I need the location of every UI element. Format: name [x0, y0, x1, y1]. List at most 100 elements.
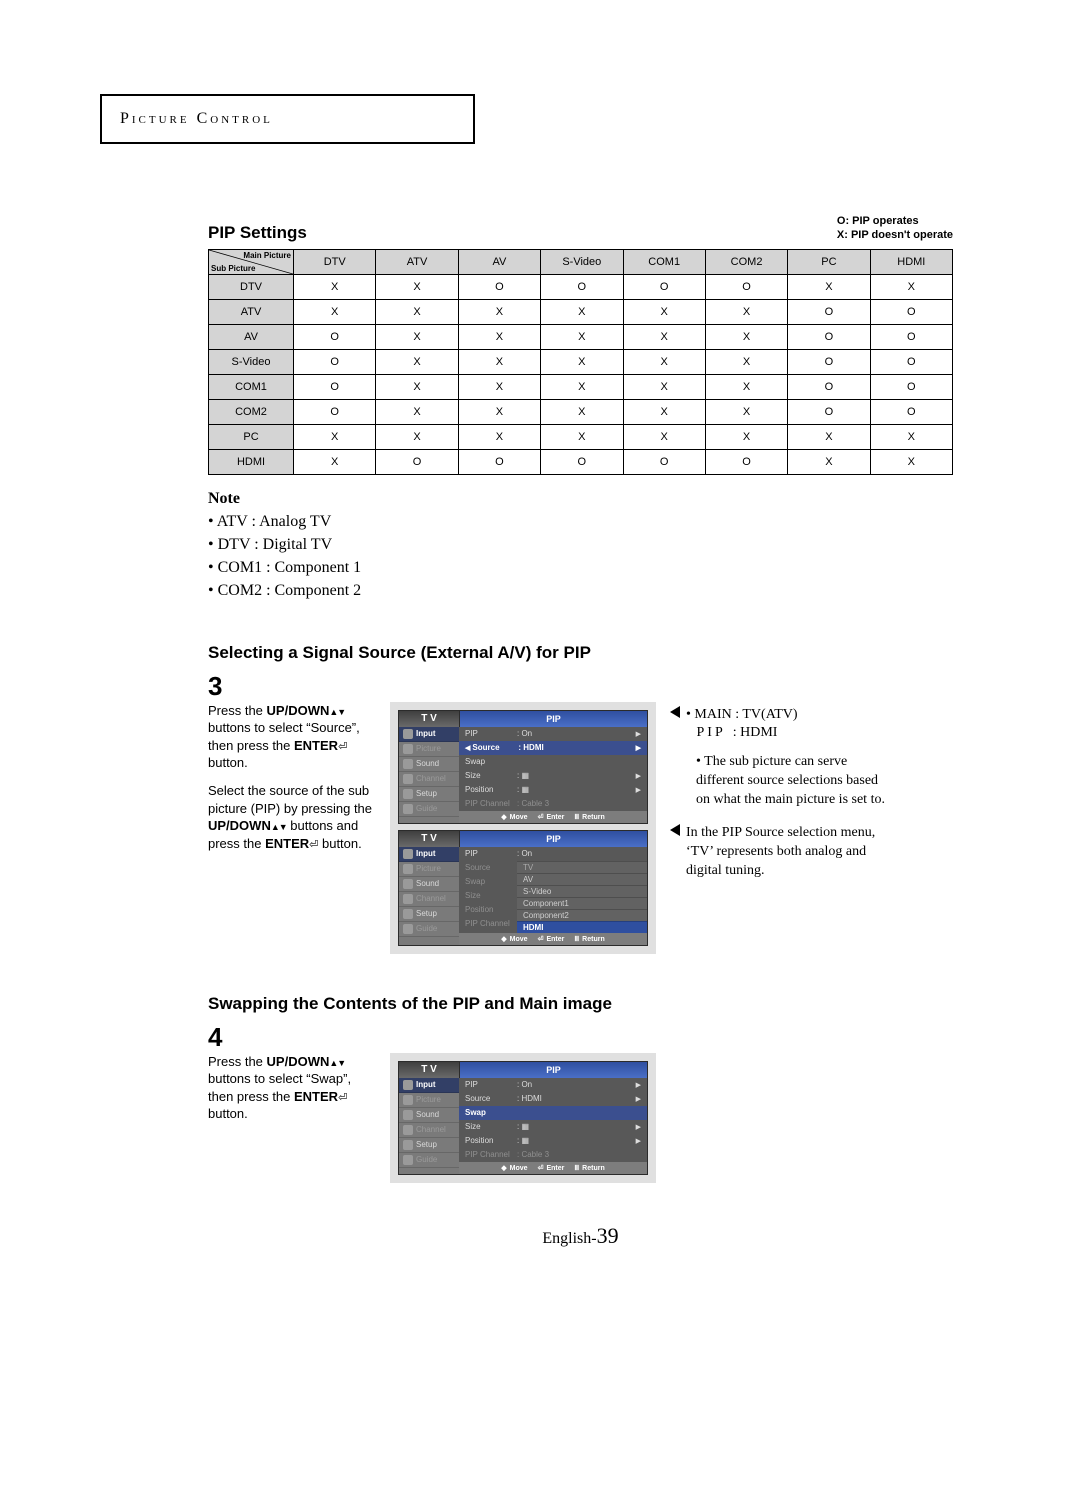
- dropdown-opt: Component2: [517, 909, 647, 921]
- section4-heading: Swapping the Contents of the PIP and Mai…: [208, 994, 953, 1014]
- move-icon: ◆: [501, 813, 506, 821]
- manual-page: Picture Control PIP Settings O: PIP oper…: [0, 0, 1080, 1503]
- table-cell: O: [788, 374, 870, 399]
- setup-icon: [403, 789, 413, 799]
- t: PIP: [697, 725, 726, 740]
- osd-side-picture: Picture: [399, 742, 459, 757]
- t: : HDMI: [517, 1094, 636, 1103]
- t: Return: [582, 814, 605, 821]
- row-head: AV: [209, 324, 294, 349]
- t: Input: [416, 849, 436, 858]
- col-head: ATV: [376, 249, 458, 274]
- table-row: ATVXXXXXXOO: [209, 299, 953, 324]
- osd-footer: ◆Move ⏎Enter ⅢReturn: [459, 933, 647, 945]
- pip-heading-row: PIP Settings O: PIP operates X: PIP does…: [208, 214, 953, 243]
- channel-icon: [403, 774, 413, 784]
- table-cell: X: [458, 349, 540, 374]
- osd-title: PIP: [460, 711, 647, 727]
- t: : On: [517, 729, 636, 738]
- t: Position: [465, 785, 517, 794]
- table-cell: X: [458, 299, 540, 324]
- sound-icon: [403, 879, 413, 889]
- table-cell: X: [376, 399, 458, 424]
- table-cell: X: [376, 274, 458, 299]
- t: button.: [208, 1106, 248, 1121]
- guide-icon: [403, 1155, 413, 1165]
- table-cell: X: [705, 299, 787, 324]
- chapter-title: Picture Control: [120, 110, 273, 127]
- table-cell: X: [458, 374, 540, 399]
- size-icon: [521, 771, 529, 780]
- table-row: AVOXXXXXOO: [209, 324, 953, 349]
- corner-cell: Main Picture Sub Picture: [209, 249, 294, 274]
- t: Size: [465, 771, 517, 780]
- table-cell: X: [458, 424, 540, 449]
- osd-main: PIP: On Source Swap Size Position PIP Ch…: [459, 847, 647, 945]
- t: Sound: [416, 759, 439, 768]
- table-cell: X: [294, 274, 376, 299]
- row-head: DTV: [209, 274, 294, 299]
- osd-side-sound: Sound: [399, 757, 459, 772]
- osd-tv-label: T V: [399, 1062, 460, 1078]
- table-cell: X: [541, 424, 623, 449]
- table-cell: X: [541, 374, 623, 399]
- content-area: PIP Settings O: PIP operates X: PIP does…: [208, 214, 953, 1249]
- channel-icon: [403, 894, 413, 904]
- table-cell: X: [541, 349, 623, 374]
- input-icon: [403, 849, 413, 859]
- t: : HDMI: [733, 725, 778, 740]
- table-row: S-VideoOXXXXXOO: [209, 349, 953, 374]
- table-cell: O: [541, 274, 623, 299]
- source-dropdown: TV AV S-Video Component1 Component2 HDMI: [517, 861, 647, 933]
- table-cell: O: [294, 324, 376, 349]
- step3-text: Press the UP/DOWN buttons to select “Sou…: [208, 702, 376, 853]
- t: PIP Channel: [465, 919, 517, 928]
- t: In the PIP Source selection menu, ‘TV’ r…: [686, 824, 885, 881]
- table-cell: O: [788, 349, 870, 374]
- table-cell: O: [294, 374, 376, 399]
- t: Setup: [416, 1140, 437, 1149]
- side-notes: • MAIN : TV(ATV) PIP : HDMI • The sub pi…: [670, 702, 885, 895]
- return-icon: Ⅲ: [574, 813, 579, 821]
- move-icon: ◆: [501, 935, 506, 943]
- table-cell: X: [870, 449, 952, 474]
- section3-heading: Selecting a Signal Source (External A/V)…: [208, 643, 953, 663]
- table-row: COM1OXXXXXOO: [209, 374, 953, 399]
- enter-label: ENTER: [294, 1089, 338, 1104]
- table-cell: O: [376, 449, 458, 474]
- table-cell: X: [458, 399, 540, 424]
- table-cell: X: [376, 374, 458, 399]
- caret-right-icon: ▶: [636, 1123, 641, 1131]
- table-cell: X: [705, 324, 787, 349]
- side-note-1: • MAIN : TV(ATV) PIP : HDMI • The sub pi…: [670, 706, 885, 810]
- row-head: COM1: [209, 374, 294, 399]
- table-cell: X: [541, 299, 623, 324]
- osd-side-channel: Channel: [399, 892, 459, 907]
- table-cell: X: [788, 449, 870, 474]
- table-cell: X: [294, 424, 376, 449]
- table-cell: O: [705, 449, 787, 474]
- osd-tv-label: T V: [399, 711, 460, 727]
- osd-sidebar: Input Picture Sound Channel Setup Guide: [399, 727, 459, 823]
- sound-icon: [403, 1110, 413, 1120]
- dropdown-opt: TV: [517, 861, 647, 873]
- osd-side-setup: Setup: [399, 1138, 459, 1153]
- col-head: AV: [458, 249, 540, 274]
- table-cell: X: [541, 399, 623, 424]
- return-icon: Ⅲ: [574, 1164, 579, 1172]
- caret-right-icon: ▶: [636, 744, 641, 752]
- t: Setup: [416, 789, 437, 798]
- updown-label: UP/DOWN: [267, 703, 330, 718]
- table-cell: X: [870, 274, 952, 299]
- table-cell: O: [623, 449, 705, 474]
- t: Input: [416, 729, 436, 738]
- t: Channel: [416, 774, 446, 783]
- t: Guide: [416, 804, 437, 813]
- table-row: COM2OXXXXXOO: [209, 399, 953, 424]
- caret-right-icon: ▶: [636, 772, 641, 780]
- row-head: PC: [209, 424, 294, 449]
- t: button.: [208, 755, 248, 770]
- t: Guide: [416, 924, 437, 933]
- table-cell: O: [788, 324, 870, 349]
- t: Channel: [416, 894, 446, 903]
